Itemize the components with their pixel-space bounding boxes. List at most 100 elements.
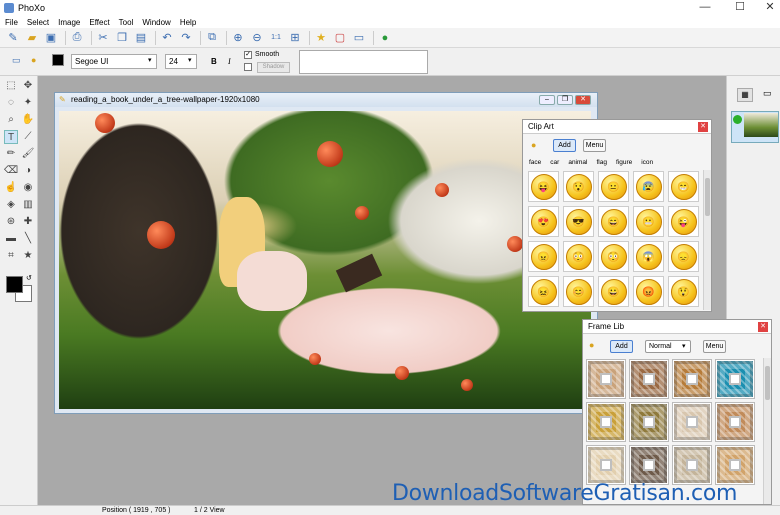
clip-art-item[interactable]: 😳 <box>563 241 594 272</box>
shadow-button[interactable]: Shadow <box>257 62 290 73</box>
image-window[interactable]: ✎ reading_a_book_under_a_tree-wallpaper-… <box>54 92 598 414</box>
frame-item[interactable] <box>715 445 755 485</box>
smooth-checkbox[interactable]: ✓ <box>244 51 252 59</box>
zoom-in-icon[interactable]: ⊕ <box>230 30 246 46</box>
new-icon[interactable]: ✎ <box>5 30 21 46</box>
clip-art-item[interactable]: 😍 <box>528 206 559 237</box>
stamp-icon[interactable]: ⊛ <box>4 215 18 229</box>
tab-figure[interactable]: figure <box>616 159 632 166</box>
rect-shape-icon[interactable]: ▬ <box>4 232 18 246</box>
scan-icon[interactable]: ⧉ <box>204 30 220 46</box>
frame-lib-scrollbar[interactable] <box>763 358 771 504</box>
clip-art-item[interactable]: 😡 <box>633 276 664 307</box>
frame-item[interactable] <box>586 402 626 442</box>
eyedropper-icon[interactable]: ⟋ <box>21 130 35 144</box>
layers-tab-icon[interactable]: ▦ <box>737 88 753 102</box>
clip-art-item[interactable]: 😝 <box>528 171 559 202</box>
frame-item[interactable] <box>629 359 669 399</box>
clip-art-close-button[interactable]: ✕ <box>698 122 708 132</box>
frame-item[interactable] <box>629 445 669 485</box>
swap-colors-icon[interactable]: ↺ <box>26 274 32 282</box>
dodge-icon[interactable]: ◑ <box>21 164 35 178</box>
tab-car[interactable]: car <box>550 159 559 166</box>
tab-face[interactable]: face <box>529 159 541 166</box>
open-icon[interactable]: ▰ <box>24 30 40 46</box>
frame-item[interactable] <box>715 359 755 399</box>
fill-icon[interactable]: ◈ <box>4 198 18 212</box>
clip-art-item[interactable]: 😯 <box>563 171 594 202</box>
menu-image[interactable]: Image <box>58 18 80 27</box>
frame-item[interactable] <box>672 402 712 442</box>
frame-lib-close-button[interactable]: ✕ <box>758 322 768 332</box>
italic-button[interactable]: I <box>228 57 231 66</box>
minimize-button[interactable]: — <box>690 0 720 16</box>
text-tool-icon[interactable]: T <box>4 130 18 144</box>
zoom-out-icon[interactable]: ⊖ <box>249 30 265 46</box>
line-icon[interactable]: ╲ <box>21 232 35 246</box>
frame-item[interactable] <box>715 402 755 442</box>
clip-art-item[interactable]: 😐 <box>598 171 629 202</box>
rect-select-icon[interactable]: ⬚ <box>4 79 18 93</box>
shadow-checkbox[interactable] <box>244 63 252 71</box>
clip-art-item[interactable]: 😠 <box>528 241 559 272</box>
brush-icon[interactable]: 🖌 <box>21 147 35 161</box>
foreground-color-swatch-front[interactable] <box>6 276 23 293</box>
favorite-icon[interactable]: ★ <box>313 30 329 46</box>
clip-art-item[interactable]: 😎 <box>563 206 594 237</box>
menu-window[interactable]: Window <box>142 18 170 27</box>
clip-art-item[interactable]: 😳 <box>598 241 629 272</box>
clip-art-item[interactable]: 😀 <box>598 276 629 307</box>
help-icon[interactable]: ● <box>377 30 393 46</box>
speech-bubble-icon[interactable]: ● <box>31 55 36 65</box>
cut-icon[interactable]: ✂ <box>95 30 111 46</box>
tab-icon[interactable]: icon <box>641 159 653 166</box>
frame-lib-add-button[interactable]: Add <box>610 340 633 353</box>
clip-art-item[interactable]: 😁 <box>668 171 699 202</box>
save-icon[interactable]: ▣ <box>43 30 59 46</box>
fit-icon[interactable]: ⊞ <box>287 30 303 46</box>
menu-effect[interactable]: Effect <box>89 18 109 27</box>
frame-icon[interactable]: ▢ <box>332 30 348 46</box>
clip-art-menu-button[interactable]: Menu <box>583 139 606 152</box>
frame-item[interactable] <box>629 402 669 442</box>
frame-item[interactable] <box>672 359 712 399</box>
menu-tool[interactable]: Tool <box>119 18 134 27</box>
font-size-select[interactable]: 24 <box>165 54 197 69</box>
lasso-icon[interactable]: ◌ <box>4 96 18 110</box>
hand-icon[interactable]: ✋ <box>21 113 35 127</box>
clip-art-item[interactable]: 😱 <box>633 241 664 272</box>
heal-icon[interactable]: ✚ <box>21 215 35 229</box>
gradient-icon[interactable]: ▥ <box>21 198 35 212</box>
text-color-swatch[interactable] <box>52 54 64 66</box>
print-icon[interactable]: ⎙ <box>69 30 85 46</box>
eraser-icon[interactable]: ⌫ <box>4 164 18 178</box>
text-input[interactable] <box>299 50 428 74</box>
actual-size-icon[interactable]: 1:1 <box>268 30 284 46</box>
text-box-icon[interactable]: ▭ <box>12 55 21 66</box>
history-tab-icon[interactable]: ▭ <box>763 88 772 99</box>
frame-lib-menu-button[interactable]: Menu <box>703 340 726 353</box>
close-button[interactable]: ✕ <box>755 0 780 16</box>
move-icon[interactable]: ✥ <box>21 79 35 93</box>
star-shape-icon[interactable]: ★ <box>21 249 35 263</box>
pencil-icon[interactable]: ✏ <box>4 147 18 161</box>
red-eye-icon[interactable]: ◉ <box>21 181 35 195</box>
paste-icon[interactable]: ▤ <box>133 30 149 46</box>
clip-art-item[interactable]: 😲 <box>668 276 699 307</box>
frame-item[interactable] <box>586 359 626 399</box>
bold-button[interactable]: B <box>211 57 217 66</box>
visible-icon[interactable] <box>733 115 742 124</box>
undo-icon[interactable]: ↶ <box>159 30 175 46</box>
frame-item[interactable] <box>586 445 626 485</box>
clip-art-item[interactable]: 😜 <box>668 206 699 237</box>
frame-item[interactable] <box>672 445 712 485</box>
copy-icon[interactable]: ❐ <box>114 30 130 46</box>
scrollbar-thumb[interactable] <box>705 178 710 216</box>
redo-icon[interactable]: ↷ <box>178 30 194 46</box>
smudge-icon[interactable]: ☝ <box>4 181 18 195</box>
magic-wand-icon[interactable]: ✦ <box>21 96 35 110</box>
clip-art-item[interactable]: 😄 <box>598 206 629 237</box>
image-close-button[interactable]: ✕ <box>575 95 591 105</box>
tab-animal[interactable]: animal <box>568 159 587 166</box>
photo-canvas[interactable] <box>59 111 591 409</box>
